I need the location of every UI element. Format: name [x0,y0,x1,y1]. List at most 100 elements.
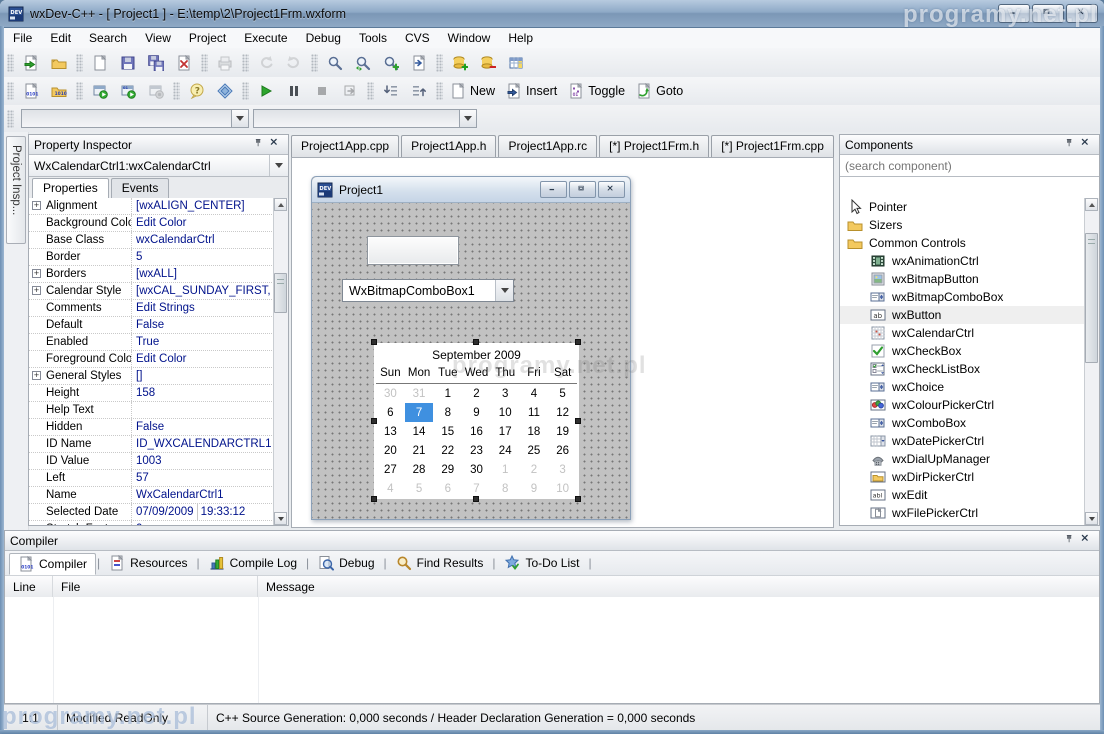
calendar-day[interactable]: 23 [462,441,491,460]
property-value[interactable]: 1003 [132,453,274,469]
goto-item-button[interactable]: Goto [633,80,689,102]
menu-project[interactable]: Project [180,29,235,47]
property-row-help-text[interactable]: Help Text [29,402,274,419]
new-item-button[interactable]: New [447,80,501,102]
component-wxdatepickerctrl[interactable]: wxDatePickerCtrl [840,432,1085,450]
property-row-alignment[interactable]: + Alignment [wxALIGN_CENTER] [29,198,274,215]
property-row-id-name[interactable]: ID Name ID_WXCALENDARCTRL1 [29,436,274,453]
property-value[interactable]: False [132,317,274,333]
calendar-day[interactable]: 14 [405,422,434,441]
property-row-calendar-style[interactable]: + Calendar Style [wxCAL_SUNDAY_FIRST, [29,283,274,300]
column-line[interactable]: Line [5,576,53,597]
calendar-day[interactable]: 19 [548,422,577,441]
property-value[interactable]: [wxALL] [132,266,274,282]
property-row-selected-date[interactable]: Selected Date 07/09/2009 19:33:12 [29,504,274,521]
pause-button[interactable] [281,80,307,102]
undo-button[interactable] [253,52,279,74]
calendar-day[interactable]: 16 [462,422,491,441]
find-next-button[interactable] [378,52,404,74]
calendar-day[interactable]: 11 [520,403,549,422]
selection-handle[interactable] [575,496,581,502]
component-wxbutton[interactable]: ab wxButton [840,306,1085,324]
calendar-day[interactable]: 17 [491,422,520,441]
property-value[interactable] [132,402,274,418]
compiler-tab-to-do-list[interactable]: To-Do List [496,553,587,573]
menu-file[interactable]: File [4,29,41,47]
scroll-down-button[interactable] [274,512,287,525]
scrollbar-thumb[interactable] [274,273,287,313]
calendar-day[interactable]: 1 [491,460,520,479]
selection-handle[interactable] [371,418,377,424]
profile-button[interactable] [212,80,238,102]
component-wxedit[interactable]: abl wxEdit [840,486,1085,504]
editor-tab-project1frm.h[interactable]: [*] Project1Frm.h [599,135,710,157]
property-row-enabled[interactable]: Enabled True [29,334,274,351]
property-value[interactable]: True [132,334,274,350]
expand-icon[interactable]: + [32,371,41,380]
property-row-left[interactable]: Left 57 [29,470,274,487]
editor-tab-project1frm.cpp[interactable]: [*] Project1Frm.cpp [711,135,834,157]
property-row-border[interactable]: Border 5 [29,249,274,266]
calendar-day[interactable]: 3 [548,460,577,479]
calendar-day[interactable]: 2 [462,384,491,403]
form-minimize-button[interactable] [540,181,567,198]
find-button[interactable] [322,52,348,74]
menu-window[interactable]: Window [439,29,500,47]
selection-handle[interactable] [473,339,479,345]
editor-tab-project1app.h[interactable]: Project1App.h [401,135,497,157]
selection-handle[interactable] [473,496,479,502]
component-wxfilepickerctrl[interactable]: wxFilePickerCtrl [840,504,1085,522]
component-wxdialupmanager[interactable]: wxDialUpManager [840,450,1085,468]
pin-button[interactable] [1062,138,1078,152]
calendar-day[interactable]: 8 [491,479,520,498]
property-value[interactable]: WxCalendarCtrl1 [132,487,274,503]
component-wxcheckbox[interactable]: wxCheckBox [840,342,1085,360]
selection-handle[interactable] [575,339,581,345]
goto-line-button[interactable] [406,52,432,74]
expand-icon[interactable]: + [32,286,41,295]
component-common controls[interactable]: Common Controls [840,234,1085,252]
selected-object-combo[interactable]: WxCalendarCtrl1:wxCalendarCtrl [29,155,288,177]
property-row-base-class[interactable]: Base Class wxCalendarCtrl [29,232,274,249]
print-button[interactable] [212,52,238,74]
property-value[interactable]: 57 [132,470,274,486]
toggle-item-button[interactable]: 01 Toggle [565,80,631,102]
column-file[interactable]: File [53,576,258,597]
calendar-day[interactable]: 6 [376,403,405,422]
calendar-day-selected[interactable]: 7 [404,403,434,422]
component-sizers[interactable]: Sizers [840,216,1085,234]
calendar-day[interactable]: 18 [520,422,549,441]
property-value[interactable]: Edit Color [132,351,274,367]
component-wxdirpickerctrl[interactable]: wxDirPickerCtrl [840,468,1085,486]
open-folder-button[interactable] [46,52,72,74]
designed-form-body[interactable]: WxBitmapComboBox1 September 2009 Sun Mon T… [312,203,630,519]
panel-close-button[interactable] [1078,138,1094,152]
calendar-day[interactable]: 9 [520,479,549,498]
help-balloon-button[interactable]: ? [184,80,210,102]
play-button[interactable] [253,80,279,102]
rebuild-button[interactable] [143,80,169,102]
step-button[interactable] [337,80,363,102]
component-wxbitmapcombobox[interactable]: wxBitmapComboBox [840,288,1085,306]
calendar-day[interactable]: 2 [520,460,549,479]
form-designer-canvas[interactable]: DEV Project1 WxBitmapComboBox1 September… [291,157,834,528]
property-value[interactable]: 5 [132,249,274,265]
class-browse-combo[interactable] [253,109,477,128]
calendar-day[interactable]: 28 [405,460,434,479]
property-row-default[interactable]: Default False [29,317,274,334]
calendar-day[interactable]: 20 [376,441,405,460]
tab-events[interactable]: Events [110,178,170,198]
calendar-day[interactable]: 30 [376,384,405,403]
scroll-up-button[interactable] [274,198,287,211]
calendar-day[interactable]: 27 [376,460,405,479]
class-browse-combo-arrow[interactable] [459,110,476,127]
panel-close-button[interactable] [267,138,283,152]
editor-tab-project1app.cpp[interactable]: Project1App.cpp [291,135,400,157]
compiler-tab-compiler[interactable]: 0101 Compiler [9,553,97,575]
calendar-day[interactable]: 4 [376,479,405,498]
form-close-button[interactable] [598,181,625,198]
property-value[interactable]: 0 [132,521,274,525]
project-options-button[interactable] [503,52,529,74]
calendar-day[interactable]: 22 [433,441,462,460]
compiler-tab-resources[interactable]: Resources [101,553,195,573]
